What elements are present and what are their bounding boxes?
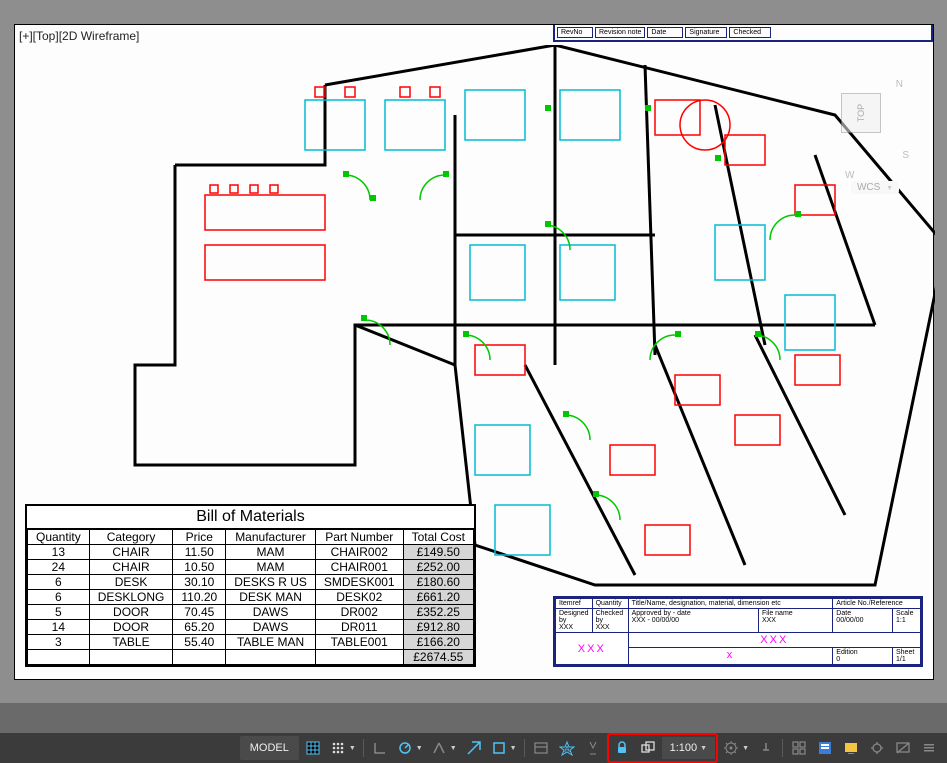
clean-screen-button[interactable]	[891, 736, 915, 760]
object-snap-button[interactable]: ▼	[488, 736, 520, 760]
object-snap-tracking-button[interactable]	[462, 736, 486, 760]
drawing-sheet: [+][Top][2D Wireframe] RevNo Revision no…	[14, 24, 934, 680]
customization-button[interactable]	[917, 736, 941, 760]
compass-n: N	[896, 79, 903, 90]
viewcube-face[interactable]: TOP	[841, 93, 881, 133]
table-row: 6DESK30.10DESKS R USSMDESK001£180.60	[28, 575, 474, 590]
table-row: 3TABLE55.40TABLE MANTABLE001£166.20	[28, 635, 474, 650]
svg-text:A: A	[564, 745, 570, 754]
polar-tracking-button[interactable]: ▼	[394, 736, 426, 760]
view-label[interactable]: [+][Top][2D Wireframe]	[19, 29, 139, 43]
rev-col-sig: Signature	[685, 27, 727, 38]
rev-col-checked: Checked	[729, 27, 771, 38]
annotation-scale-selector[interactable]: 1:100▼	[662, 737, 715, 759]
table-row: 6DESKLONG110.20DESK MANDESK02£661.20	[28, 590, 474, 605]
wcs-label[interactable]: WCS ▼	[851, 181, 899, 194]
revision-block: RevNo Revision note Date Signature Check…	[553, 25, 933, 42]
ortho-mode-button[interactable]	[368, 736, 392, 760]
snap-mode-button[interactable]: ▼	[327, 736, 359, 760]
canvas-area[interactable]: [+][Top][2D Wireframe] RevNo Revision no…	[0, 0, 947, 703]
model-space-button[interactable]: MODEL	[240, 736, 299, 760]
isolate-objects-button[interactable]	[865, 736, 889, 760]
compass-w: W	[845, 170, 854, 181]
bill-of-materials: Bill of Materials QuantityCategoryPrice …	[25, 504, 476, 667]
annotation-monitor-button[interactable]	[754, 736, 778, 760]
grid-display-button[interactable]	[301, 736, 325, 760]
rev-col-revno: RevNo	[557, 27, 593, 38]
hardware-accel-button[interactable]	[839, 736, 863, 760]
compass-s: S	[902, 150, 909, 161]
show-annotation-button[interactable]	[529, 736, 553, 760]
statusbar: MODEL ▼ ▼ ▼ ▼ A 1:100▼ ▼	[0, 733, 947, 763]
bom-title: Bill of Materials	[27, 506, 474, 529]
units-button[interactable]	[787, 736, 811, 760]
bom-header-row: QuantityCategoryPrice ManufacturerPart N…	[28, 530, 474, 545]
quick-properties-button[interactable]	[813, 736, 837, 760]
isometric-drafting-button[interactable]: ▼	[428, 736, 460, 760]
annotation-add-scale-button[interactable]	[581, 736, 605, 760]
rev-col-date: Date	[647, 27, 683, 38]
table-row: 13CHAIR11.50MAMCHAIR002£149.50	[28, 545, 474, 560]
rev-col-note: Revision note	[595, 27, 645, 38]
annotation-scale-icon[interactable]	[636, 736, 660, 760]
table-row: 5DOOR70.45DAWSDR002£352.25	[28, 605, 474, 620]
viewcube[interactable]: TOP N S W	[811, 73, 911, 173]
table-row: 24CHAIR10.50MAMCHAIR001£252.00	[28, 560, 474, 575]
highlighted-controls: 1:100▼	[607, 733, 718, 763]
lock-ui-button[interactable]	[610, 736, 634, 760]
annotation-auto-button[interactable]: A	[555, 736, 579, 760]
workspace-switch-button[interactable]: ▼	[720, 736, 752, 760]
table-total-row: £2674.55	[28, 650, 474, 665]
table-row: 14DOOR65.20DAWSDR011£912.80	[28, 620, 474, 635]
title-block: Itemref Quantity Title/Name, designation…	[553, 596, 923, 667]
